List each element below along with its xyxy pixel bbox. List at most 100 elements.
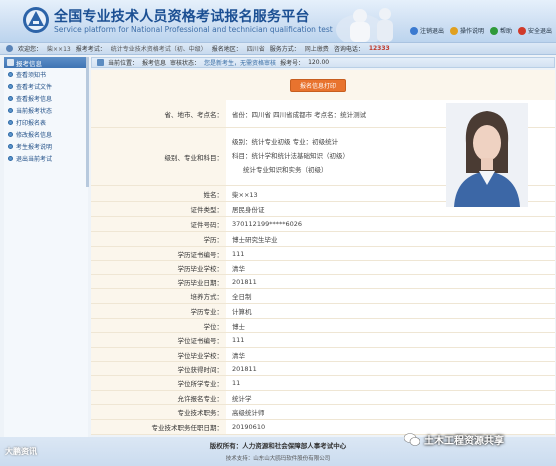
field-label: 学位所学专业：	[91, 376, 226, 390]
category-level: 级别：统计专业初级 专业：初级统计	[232, 138, 339, 146]
watermark-right-text: 土木工程资源共享	[424, 436, 504, 447]
bullet-icon	[8, 96, 13, 101]
bullet-icon	[8, 108, 13, 113]
field-value: 201811	[232, 277, 257, 286]
field-value: 计算机	[232, 308, 252, 316]
phone-value: 12333	[368, 45, 390, 52]
help-doc-link[interactable]: 操作说明	[449, 26, 484, 35]
site-subtitle: Service platform for National Profession…	[54, 25, 333, 34]
field-label: 培养方式：	[91, 289, 226, 303]
region-value: 四川省	[246, 46, 265, 53]
field-row: 学位毕业学校： 清华	[91, 348, 555, 362]
field-value: 博士研究生毕业	[232, 236, 278, 244]
category-subject-2: 统计专业知识和实务（初级）	[243, 166, 328, 174]
region-label: 报名地区：	[211, 46, 242, 53]
exam-value: 统计专业技术资格考试（初、中级）	[110, 46, 207, 53]
field-label: 姓名：	[91, 186, 226, 201]
sidebar-item-label: 修改报名信息	[16, 131, 53, 139]
field-label: 学位证书编号：	[91, 333, 226, 347]
field-label: 证件类型：	[91, 202, 226, 216]
sidebar-item-label: 查看报考信息	[16, 95, 53, 103]
help-label: 帮助	[499, 28, 512, 35]
logout-icon	[409, 26, 418, 35]
folder-icon	[7, 59, 14, 66]
watermark-right: 土木工程资源共享	[404, 432, 504, 447]
sidebar-item-label: 当前报考状态	[16, 107, 53, 115]
field-label: 学历证书编号：	[91, 247, 226, 260]
phone-label: 咨询电话：	[333, 46, 364, 53]
wechat-icon	[404, 433, 420, 446]
field-value: 20190610	[232, 423, 266, 431]
print-registration-button[interactable]: 报名信息打印	[290, 79, 346, 92]
sidebar-item-label: 查看须知书	[16, 71, 47, 79]
header-people-illustration	[336, 8, 393, 42]
user-icon	[6, 45, 13, 52]
field-label: 学位毕业学校：	[91, 348, 226, 361]
field-row: 学历毕业日期： 201811	[91, 275, 555, 289]
bullet-icon	[8, 72, 13, 77]
field-label: 专业技术职务任职日期：	[91, 420, 226, 434]
number-label: 报考号：	[280, 60, 305, 67]
exit-icon	[517, 26, 526, 35]
watermark-left: 大鹏资讯	[5, 447, 37, 456]
category-label: 级别、专业和科目：	[91, 128, 226, 185]
field-row: 学位获得时间： 201811	[91, 362, 555, 376]
field-value: 370112199*****6026	[232, 220, 303, 228]
sidebar-scrollbar[interactable]	[86, 57, 89, 187]
help-icon	[489, 26, 498, 35]
crumb-label: 当前位置：	[108, 60, 139, 67]
field-row: 学位证书编号： 111	[91, 333, 555, 348]
sidebar: 报考信息 查看须知书 查看考试文件 查看报考信息 当前报考状态 打印报名表 修改…	[4, 57, 88, 437]
field-label: 证件号码：	[91, 217, 226, 231]
safe-exit-label: 安全退出	[527, 28, 552, 35]
service-label: 服务方式：	[269, 46, 300, 53]
header-links: 注销退出 操作说明 帮助 安全退出	[409, 26, 552, 35]
field-value: 清华	[232, 351, 245, 360]
sidebar-item-modify[interactable]: 修改报名信息	[4, 128, 88, 140]
welcome-label: 欢迎您：	[18, 46, 43, 53]
field-value: 博士	[232, 322, 245, 331]
welcome-name: 柴××13	[47, 46, 71, 53]
crumb-path: 报考信息	[142, 60, 167, 67]
sidebar-item-exam-files[interactable]: 查看考试文件	[4, 80, 88, 92]
field-row: 学位： 博士	[91, 319, 555, 333]
field-label: 学历毕业日期：	[91, 275, 226, 288]
sidebar-item-view-info[interactable]: 查看报考信息	[4, 92, 88, 104]
registration-info-panel: 报名信息打印 省、地市、考点名： 省份：四川省 四川省成都市 考点名：统计测试 …	[91, 70, 555, 435]
help-doc-label: 操作说明	[459, 28, 484, 35]
document-icon	[449, 26, 458, 35]
logout-link[interactable]: 注销退出	[409, 26, 444, 35]
safe-exit-link[interactable]: 安全退出	[517, 26, 552, 35]
field-label: 学位：	[91, 319, 226, 332]
field-value: 201811	[232, 364, 257, 373]
sidebar-item-exit-exam[interactable]: 退出当前考试	[4, 152, 88, 164]
footer-support: 技术支持：山东山大鸥玛软件股份有限公司	[225, 456, 331, 462]
bullet-icon	[8, 132, 13, 137]
candidate-photo	[446, 103, 528, 207]
help-link[interactable]: 帮助	[489, 26, 512, 35]
field-row: 学历证书编号： 111	[91, 247, 555, 261]
exam-place-value: 省份：四川省 四川省成都市 考点名：统计测试	[232, 110, 367, 119]
field-value: 全日制	[232, 293, 252, 301]
sidebar-item-status[interactable]: 当前报考状态	[4, 104, 88, 116]
field-label: 学位获得时间：	[91, 362, 226, 375]
field-value: 11	[232, 379, 241, 387]
sidebar-title: 报考信息	[16, 59, 42, 68]
sidebar-item-instructions[interactable]: 考生报考说明	[4, 140, 88, 152]
sidebar-item-notice[interactable]: 查看须知书	[4, 68, 88, 80]
location-icon	[97, 59, 104, 66]
site-title: 全国专业技术人员资格考试报名服务平台	[54, 9, 310, 25]
field-row: 学位所学专业： 11	[91, 376, 555, 391]
field-value: 清华	[232, 264, 245, 273]
field-value: 111	[232, 249, 245, 258]
bullet-icon	[8, 84, 13, 89]
sidebar-item-label: 打印报名表	[16, 119, 47, 127]
bullet-icon	[8, 120, 13, 125]
sidebar-item-print[interactable]: 打印报名表	[4, 116, 88, 128]
field-label: 学历专业：	[91, 304, 226, 318]
field-label: 允许报名专业：	[91, 391, 226, 404]
status-value: 您是新考生，无需资格审核	[204, 60, 277, 67]
field-row: 学历专业： 计算机	[91, 304, 555, 319]
field-value: 柴××13	[232, 190, 258, 199]
sidebar-item-label: 考生报考说明	[16, 143, 53, 151]
